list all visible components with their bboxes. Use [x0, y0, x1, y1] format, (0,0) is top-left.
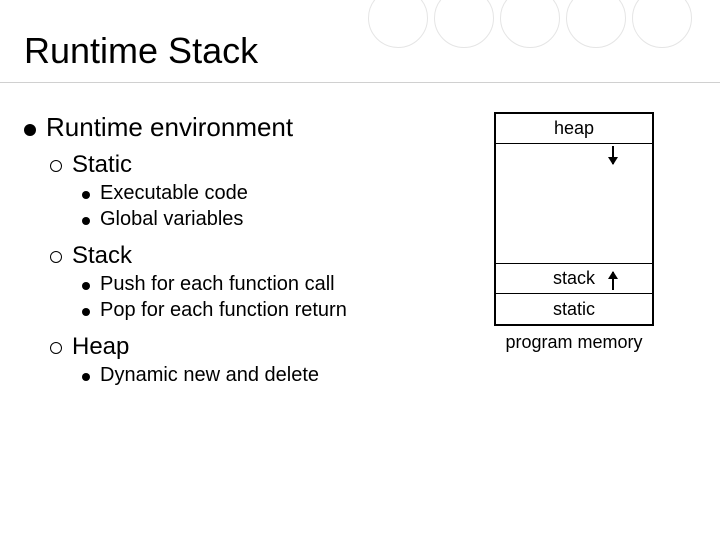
slide-content: Runtime environment Static Executable co…: [24, 112, 696, 390]
diagram-row-heap: heap: [496, 114, 652, 144]
section-label: Heap: [72, 333, 129, 361]
section-static: Static: [50, 151, 454, 179]
memory-box: heap stack static: [494, 112, 654, 326]
bullet-small-icon: [82, 191, 90, 199]
section-label: Static: [72, 151, 132, 179]
title-rule: [0, 82, 720, 83]
list-item: Global variables: [82, 208, 454, 231]
diagram-row-gap: [496, 144, 652, 264]
section-heap: Heap: [50, 333, 454, 361]
diagram-column: heap stack static program memory: [454, 112, 696, 390]
arrow-up-icon: [612, 272, 614, 290]
list-item: Pop for each function return: [82, 299, 454, 322]
bullet-ring-icon: [50, 342, 62, 354]
list-item: Push for each function call: [82, 273, 454, 296]
bullet-ring-icon: [50, 251, 62, 263]
section-stack: Stack: [50, 242, 454, 270]
bullet-small-icon: [82, 308, 90, 316]
heading-row: Runtime environment: [24, 112, 454, 143]
arrow-down-icon: [612, 146, 614, 164]
memory-diagram: heap stack static program memory: [494, 112, 654, 353]
heading-text: Runtime environment: [46, 112, 293, 143]
bullet-column: Runtime environment Static Executable co…: [24, 112, 454, 390]
bullet-small-icon: [82, 282, 90, 290]
diagram-caption: program memory: [494, 332, 654, 353]
decorative-circles: [368, 0, 692, 48]
list-item: Executable code: [82, 182, 454, 205]
bullet-solid-icon: [24, 124, 36, 136]
slide-title: Runtime Stack: [24, 30, 258, 72]
bullet-small-icon: [82, 217, 90, 225]
bullet-small-icon: [82, 373, 90, 381]
section-label: Stack: [72, 242, 132, 270]
diagram-row-static: static: [496, 294, 652, 324]
diagram-row-stack: stack: [496, 264, 652, 294]
list-item: Dynamic new and delete: [82, 364, 454, 387]
bullet-ring-icon: [50, 160, 62, 172]
